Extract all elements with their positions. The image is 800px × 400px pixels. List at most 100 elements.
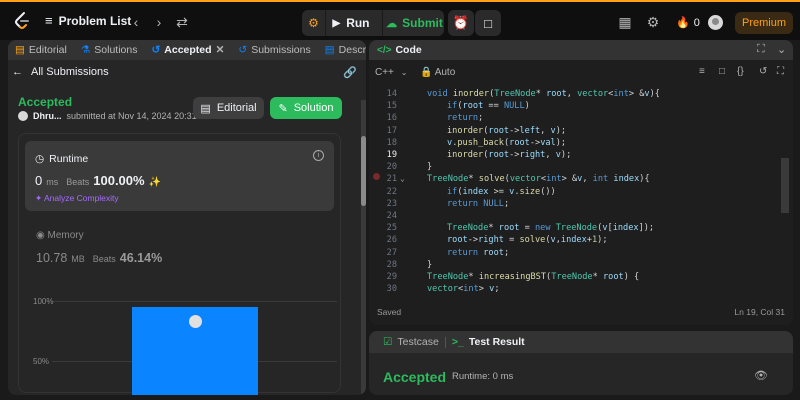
editorial-button[interactable]: ▤ Editorial [193,97,264,119]
history-icon: ↺ [238,44,248,56]
submit-button[interactable]: ☁ Submit [382,10,446,36]
code-line[interactable]: } [427,162,432,172]
solution-button[interactable]: ✎ Solution [270,97,342,119]
runtime-value-row: 0 ms Beats 100.00% ✨ [35,173,161,188]
username[interactable]: Dhru... [33,111,62,121]
code-editor[interactable]: 14 void inorder(TreeNode* root, vector<in… [369,88,793,298]
line-number: 18 [386,137,397,148]
streak-counter[interactable]: 🔥 0 [676,16,700,30]
layout-grid-icon[interactable]: ▦ [617,14,633,30]
runtime-card[interactable]: ◷ Runtime i 0 ms Beats 100.00% ✨ ✦ Analy… [25,141,334,211]
line-number: 28 [386,259,397,270]
debug-icon[interactable]: ⚙ [302,10,326,36]
timer-icon[interactable]: ⏰ [448,10,474,36]
line-number: 19 [386,150,397,160]
code-brackets-icon: </> [377,44,392,56]
saved-status: Saved [377,307,402,317]
test-panel-tabs: ☑ Testcase >_ Test Result [369,331,793,353]
code-line[interactable]: if(index >= v.size()) [447,187,556,197]
tab-submissions[interactable]: ↺ Submissions [231,40,317,60]
book-icon: ▤ [200,102,211,115]
editor-scrollbar-thumb[interactable] [781,158,789,213]
auto-mode-toggle[interactable]: 🔒 Auto [420,67,455,78]
fold-chevron-icon[interactable]: ⌄ [400,174,405,183]
code-line[interactable]: if(root == NULL) [447,101,530,111]
submitted-text: submitted at Nov 14, 2024 20:31 [66,111,197,121]
code-line[interactable]: return; [447,113,483,123]
clock-icon: ◷ [35,153,45,165]
shuffle-icon[interactable]: ⇄ [174,14,190,30]
analyze-label: Analyze Complexity [44,193,119,203]
user-avatar-small [18,111,28,121]
code-line[interactable]: } [427,260,432,270]
code-line[interactable]: TreeNode* root = new TreeNode(v[index]); [447,223,654,233]
problem-list-label: Problem List [58,13,132,28]
code-line[interactable]: TreeNode* increasingBST(TreeNode* root) … [427,272,639,282]
analyze-complexity-link[interactable]: ✦ Analyze Complexity [35,193,119,204]
memory-title[interactable]: ◉ Memory [36,230,84,241]
share-link-icon[interactable]: 🔗 [343,66,357,79]
code-line[interactable]: inorder(root->left, v); [447,126,566,136]
info-icon[interactable]: i [313,150,324,161]
format-icon[interactable]: ≡ [699,66,705,77]
prev-problem-icon[interactable]: ‹ [128,14,144,30]
scrollbar-thumb[interactable] [361,136,366,206]
settings-gear-icon[interactable]: ⚙ [645,14,661,30]
memory-value-row: 10.78 MB Beats 46.14% [36,251,162,265]
tab-description[interactable]: ▤ Descriptio [318,40,366,60]
run-button[interactable]: ▶ Run [326,16,376,30]
editor-status-bar: Saved Ln 19, Col 31 [369,302,793,322]
all-submissions-link[interactable]: ← All Submissions [12,66,109,78]
notes-icon[interactable]: □ [475,10,501,36]
submission-status: Accepted [18,95,73,109]
line-number: 14 [386,89,397,99]
breakpoint-marker[interactable] [373,173,380,180]
tab-label: Editorial [28,44,67,56]
user-avatar[interactable] [708,15,723,30]
terminal-icon: >_ [451,336,464,348]
code-line[interactable]: inorder(root->right, v); [447,150,571,160]
tab-accepted[interactable]: ↺ Accepted ✕ [144,40,231,60]
tab-editorial[interactable]: ▤ Editorial [8,40,74,60]
next-problem-icon[interactable]: › [151,14,167,30]
code-title: Code [395,44,422,56]
code-line[interactable]: root->right = solve(v,index+1); [447,235,608,245]
solution-label: Solution [293,102,334,114]
problem-list-button[interactable]: ≡ Problem List [45,13,131,28]
maximize-icon[interactable]: ⛶ [757,43,765,56]
tab-label: Testcase [397,336,439,348]
runtime-label: Runtime [49,153,89,165]
code-panel: </> Code ⛶ ⌄ C++ ⌄ 🔒 Auto ≡ □ {} ↺ ⛶ 14 v… [369,40,793,325]
expand-icon[interactable]: ⛶ [777,66,784,77]
code-line[interactable]: v.push_back(root->val); [447,138,566,148]
close-tab-icon[interactable]: ✕ [216,44,225,56]
minimize-icon[interactable]: ⌄ [777,43,786,56]
line-number: 24 [386,211,397,221]
play-icon: ▶ [332,17,341,29]
bookmark-icon[interactable]: □ [719,66,725,77]
language-select[interactable]: C++ ⌄ [375,67,407,78]
code-line[interactable]: void inorder(TreeNode* root, vector<int>… [427,89,660,99]
code-line[interactable]: TreeNode* solve(vector<int> &v, int inde… [427,174,650,184]
code-line[interactable]: vector<int> v; [427,284,500,294]
chart-gridline [52,301,337,302]
auto-label: Auto [434,67,456,78]
tab-label: Accepted [164,44,212,56]
tab-solutions[interactable]: ⚗ Solutions [74,40,145,60]
left-panel: ▤ Editorial ⚗ Solutions ↺ Accepted ✕ ↺ S… [8,40,366,395]
code-line[interactable]: return NULL; [447,199,509,209]
leetcode-logo-icon[interactable] [12,11,32,31]
left-tab-bar: ▤ Editorial ⚗ Solutions ↺ Accepted ✕ ↺ S… [8,40,366,60]
tab-label: Submissions [251,44,311,56]
eye-icon[interactable]: 👁 [754,369,768,382]
reset-icon[interactable]: ↺ [759,66,767,77]
tab-testcase[interactable]: ☑ Testcase [377,336,445,348]
braces-icon[interactable]: {} [737,66,744,77]
code-line[interactable]: return root; [447,248,509,258]
runtime-title: ◷ Runtime [35,153,88,165]
panel-resize-handle[interactable] [369,326,793,329]
chart-tick-label: 100% [33,297,54,306]
premium-button[interactable]: Premium [735,12,793,34]
tab-test-result[interactable]: >_ Test Result [446,336,531,348]
checkbox-icon: ☑ [383,336,393,348]
